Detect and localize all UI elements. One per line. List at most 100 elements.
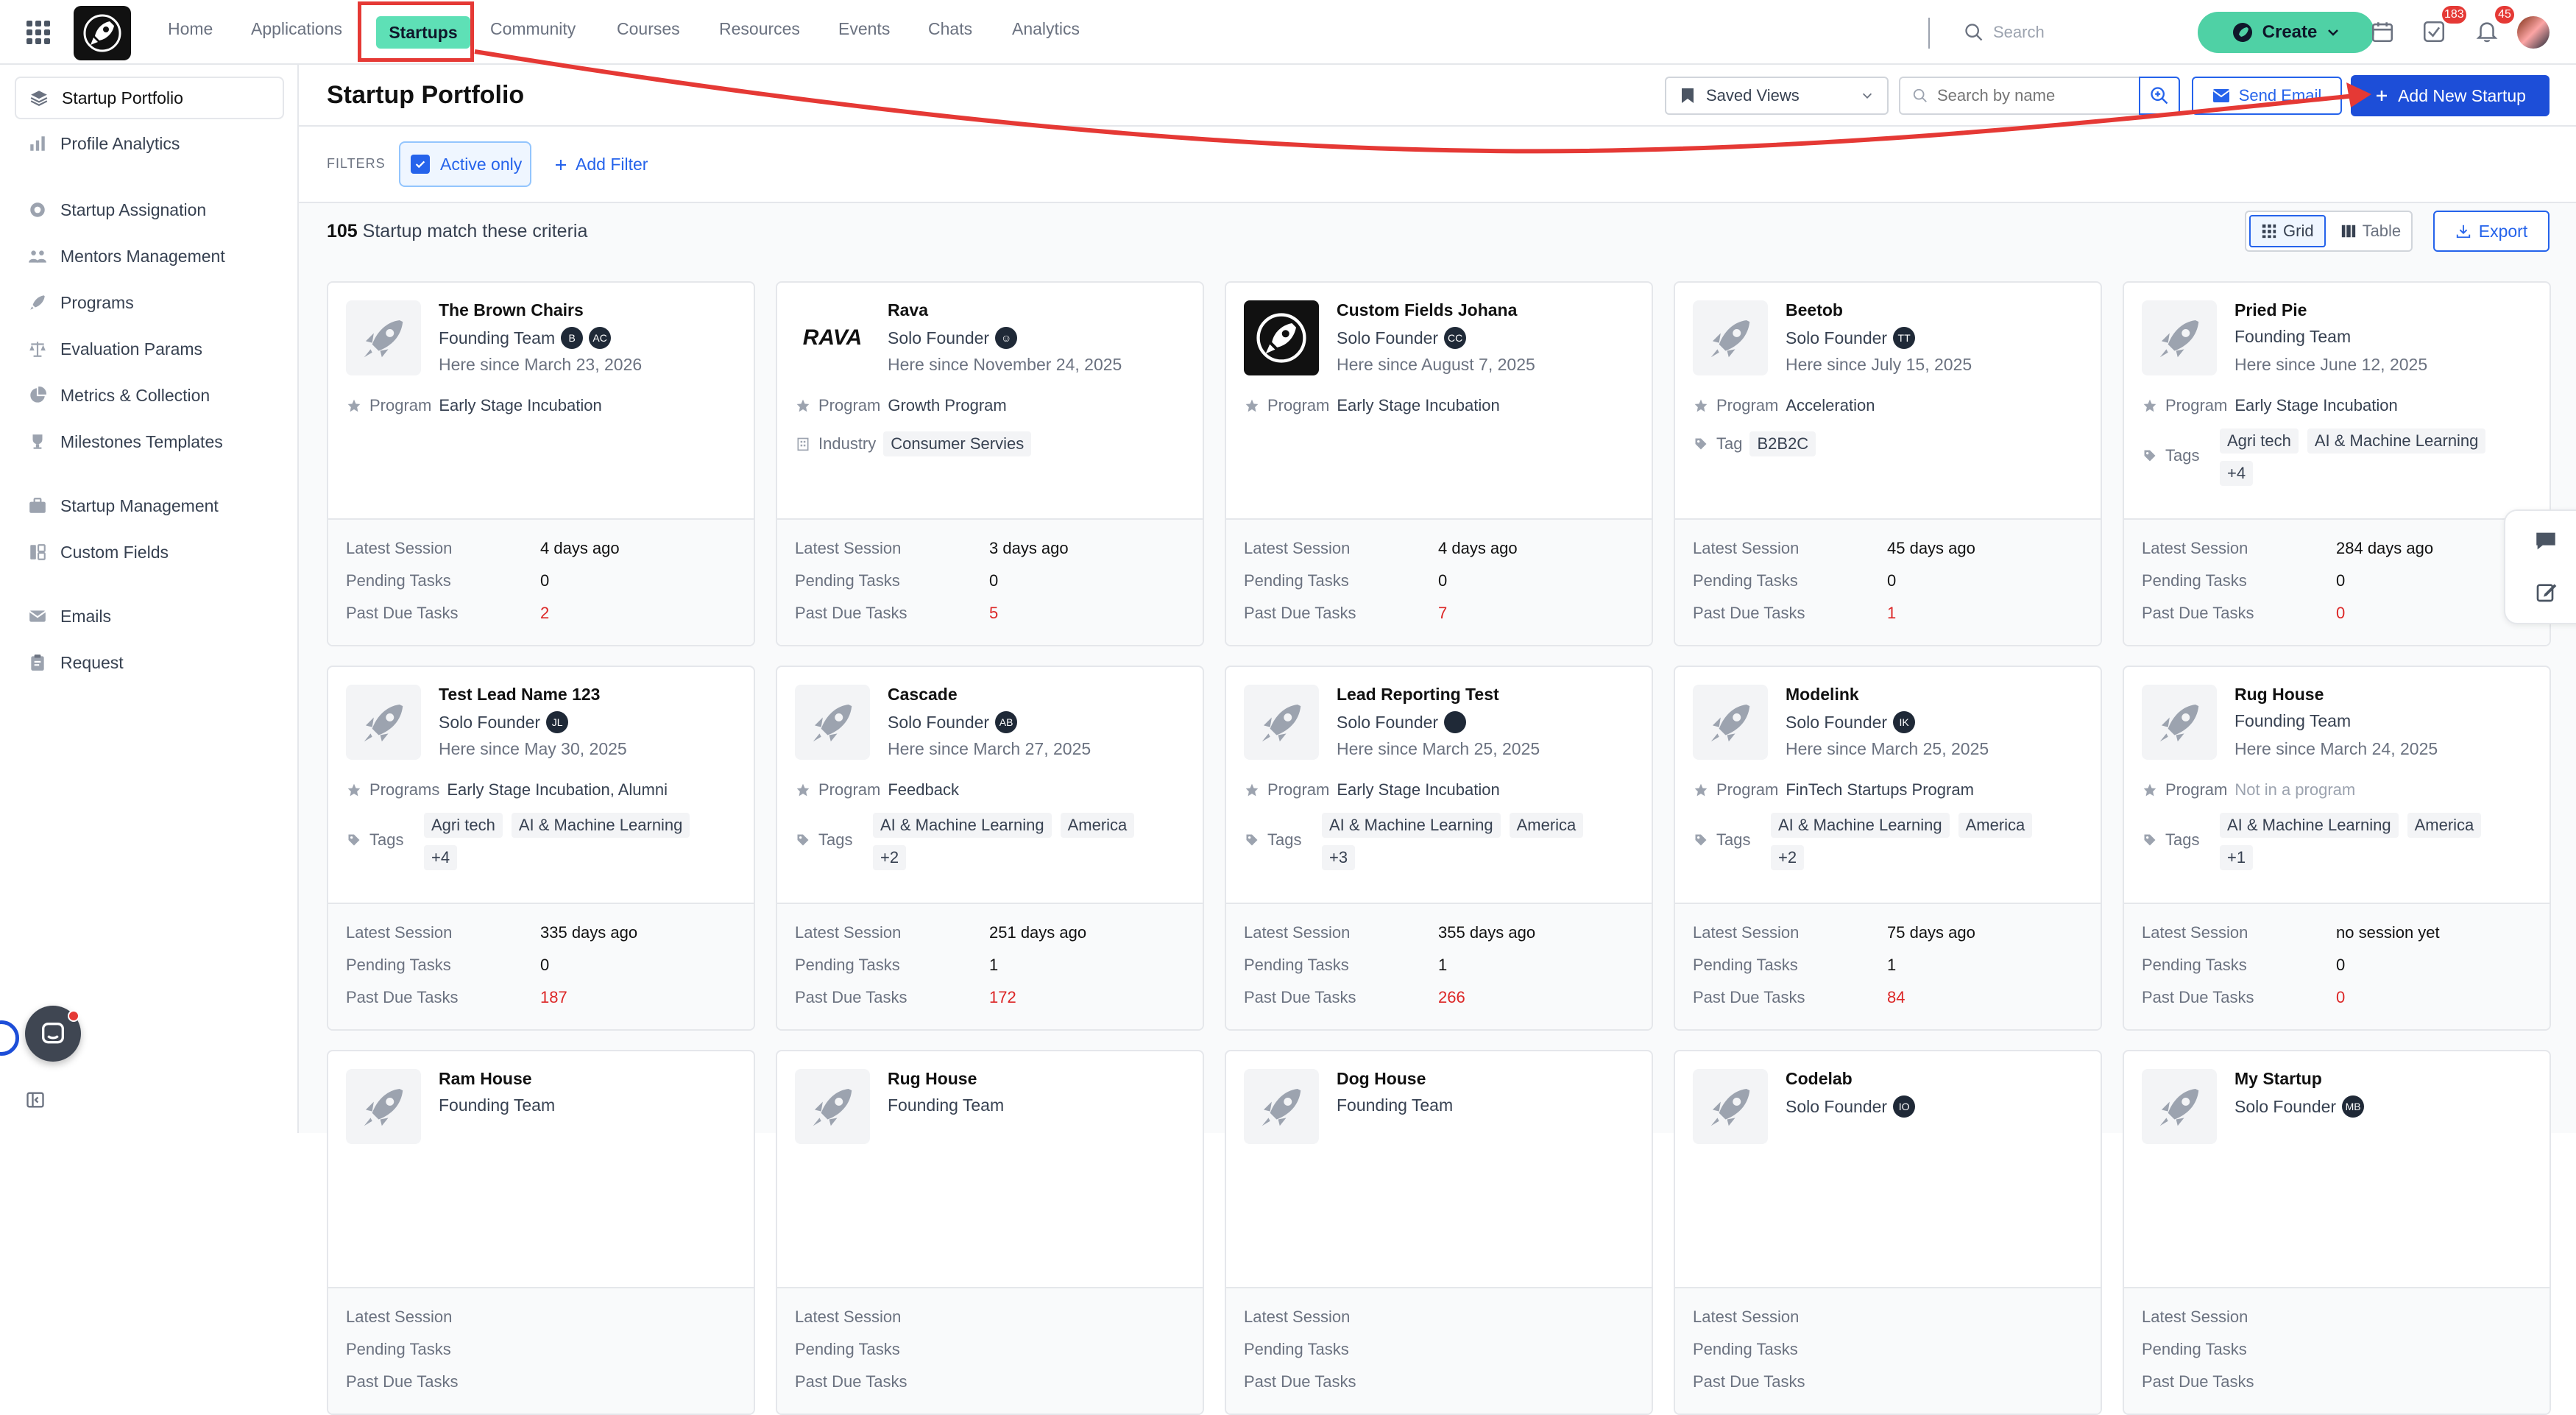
founder-avatar: IO [1893, 1095, 1916, 1118]
pending-tasks-label: Pending Tasks [795, 1340, 900, 1358]
startup-card[interactable]: Beetob Solo Founder TT Here since July 15, … [1674, 281, 2102, 646]
sidebar-item-profile-analytics[interactable]: Profile Analytics [15, 122, 284, 165]
startup-card[interactable]: My Startup Solo Founder MB Latest Session Pe… [2123, 1050, 2551, 1415]
tag-chip: Agri tech [2220, 428, 2299, 454]
startup-name: Dog House [1337, 1069, 1426, 1088]
sidebar-item-startup-assignation[interactable]: Startup Assignation [15, 188, 284, 231]
startup-card[interactable]: Ram House Founding Team Latest Session Pend… [327, 1050, 755, 1415]
nav-chats[interactable]: Chats [928, 19, 972, 39]
startup-card[interactable]: Dog House Founding Team Latest Session Pend… [1225, 1050, 1653, 1415]
startup-logo [1244, 685, 1319, 760]
add-filter-label: Add Filter [576, 155, 648, 174]
comment-icon[interactable] [2533, 529, 2558, 554]
latest-session-label: Latest Session [1693, 923, 1800, 942]
active-only-filter[interactable]: Active only [399, 141, 531, 187]
startup-card[interactable]: Pried Pie Founding Team Here since June 12… [2123, 281, 2551, 646]
rocket-logo-icon [83, 14, 121, 52]
latest-session-label: Latest Session [795, 923, 902, 942]
startup-card[interactable]: Rug House Founding Team Here since March 2… [2123, 666, 2551, 1031]
saved-views-dropdown[interactable]: Saved Views [1665, 77, 1889, 115]
info-label: Program [818, 780, 881, 799]
nav-community[interactable]: Community [490, 19, 576, 39]
sidebar-item-custom-fields[interactable]: Custom Fields [15, 531, 284, 574]
tasks-icon[interactable] [2421, 19, 2446, 44]
startup-card[interactable]: Test Lead Name 123 Solo Founder JL Here sin… [327, 666, 755, 1031]
info-label: Program [2165, 780, 2228, 799]
sidebar-item-milestones-templates[interactable]: Milestones Templates [15, 420, 284, 463]
trophy-icon [32, 434, 43, 449]
info-value: Not in a program [2234, 780, 2356, 799]
tag-chip: +2 [873, 845, 907, 870]
card-info-row: Program Growth Program [795, 396, 1007, 415]
add-filter-button[interactable]: Add Filter [553, 155, 648, 174]
global-search[interactable]: Search [1964, 18, 2155, 47]
search-submit-button[interactable] [2139, 77, 2180, 115]
startup-card[interactable]: Rug House Founding Team Latest Session Pend… [776, 1050, 1204, 1415]
tag-icon [1693, 832, 1709, 848]
nav-applications[interactable]: Applications [251, 19, 342, 39]
zoom-in-icon [2151, 87, 2168, 105]
export-button[interactable]: Export [2433, 211, 2550, 252]
nav-home[interactable]: Home [168, 19, 213, 39]
sidebar-item-startup-management[interactable]: Startup Management [15, 484, 284, 527]
collapse-sidebar-icon[interactable] [25, 1090, 46, 1110]
app-logo[interactable] [74, 6, 131, 60]
past-due-value: 266 [1438, 988, 1465, 1006]
grid-view-button[interactable]: Grid [2249, 215, 2326, 247]
sidebar-item-startup-portfolio[interactable]: Startup Portfolio [15, 77, 284, 119]
add-new-startup-button[interactable]: Add New Startup [2351, 75, 2550, 116]
startup-card[interactable]: Custom Fields Johana Solo Founder CC Here s… [1225, 281, 1653, 646]
sidebar-item-label: Programs [60, 292, 134, 312]
startup-card[interactable]: Cascade Solo Founder AB Here since March 27… [776, 666, 1204, 1031]
sidebar-item-mentors-management[interactable]: Mentors Management [15, 235, 284, 278]
rocket-placeholder-icon [2159, 704, 2199, 742]
past-due-value: 172 [989, 988, 1016, 1006]
chat-notification-dot [68, 1010, 79, 1022]
nav-startups[interactable]: Startups [376, 16, 470, 49]
table-view-button[interactable]: Table [2330, 215, 2412, 247]
since-date: Here since June 12, 2025 [2234, 355, 2428, 374]
sidebar-item-emails[interactable]: Emails [15, 595, 284, 638]
startup-logo-text: RAVA [802, 325, 863, 350]
card-stats: Latest Session 335 days ago Pending Tasks 0… [328, 903, 754, 1029]
sidebar-item-metrics-collection[interactable]: Metrics & Collection [15, 374, 284, 417]
startup-card[interactable]: RAVA Rava Solo Founder ☺ Here since November… [776, 281, 1204, 646]
user-avatar[interactable] [2517, 16, 2550, 49]
name-search-field[interactable] [1899, 77, 2142, 115]
create-button[interactable]: Create [2198, 12, 2374, 53]
startup-name: Rug House [888, 1069, 977, 1088]
sidebar-item-programs[interactable]: Programs [15, 281, 284, 324]
startup-name: Rug House [2234, 685, 2324, 704]
startup-name: Ram House [439, 1069, 532, 1088]
tag-chip: +1 [2220, 845, 2254, 870]
nav-courses[interactable]: Courses [617, 19, 680, 39]
star-icon [795, 782, 811, 798]
search-icon [1913, 88, 1927, 102]
edit-icon[interactable] [2535, 580, 2558, 604]
startup-card[interactable]: The Brown Chairs Founding Team B AC Here sin… [327, 281, 755, 646]
bell-icon[interactable] [2474, 19, 2499, 44]
calendar-icon[interactable] [2370, 19, 2395, 44]
apps-grid-icon[interactable] [26, 21, 50, 44]
nav-events[interactable]: Events [838, 19, 890, 39]
sidebar-item-evaluation-params[interactable]: Evaluation Params [15, 328, 284, 370]
sidebar-item-request[interactable]: Request [15, 641, 284, 684]
card-top: My Startup Solo Founder MB [2124, 1051, 2550, 1287]
nav-resources[interactable]: Resources [719, 19, 800, 39]
startup-card[interactable]: Modelink Solo Founder IK Here since March 2… [1674, 666, 2102, 1031]
startup-name: Rava [888, 300, 928, 320]
info-label: Industry [818, 434, 877, 453]
grid-view-label: Grid [2283, 222, 2314, 240]
name-search-input[interactable] [1937, 86, 2129, 105]
startup-card[interactable]: Codelab Solo Founder IO Latest Session Pendi… [1674, 1050, 2102, 1415]
startup-logo [346, 685, 421, 760]
send-email-button[interactable]: Send Email [2192, 77, 2342, 115]
founder-avatar: B [561, 327, 584, 349]
pending-tasks-value: 0 [2336, 956, 2346, 974]
startup-card[interactable]: Lead Reporting Test Solo Founder Here sin… [1225, 666, 1653, 1031]
rocket-placeholder-icon [813, 704, 852, 742]
nav-analytics[interactable]: Analytics [1012, 19, 1080, 39]
columns-icon [2341, 225, 2355, 238]
floating-actions-panel [2504, 509, 2576, 624]
table-view-label: Table [2362, 222, 2402, 240]
